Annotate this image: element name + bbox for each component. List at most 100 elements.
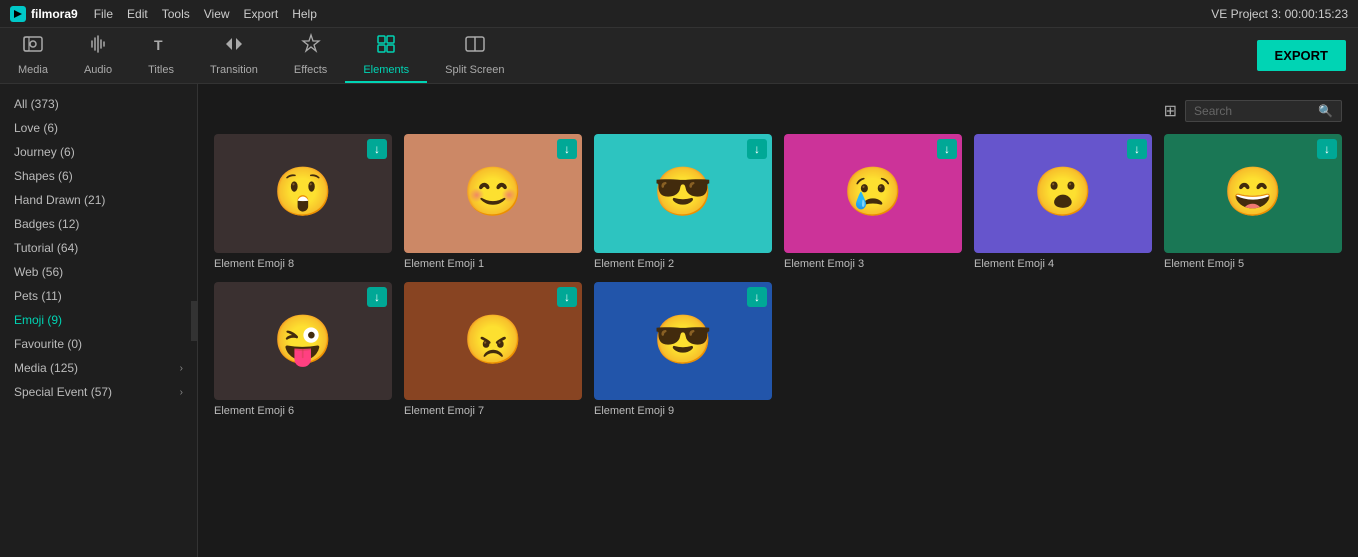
download-badge-emoji1[interactable]: ↓ [557, 139, 577, 159]
search-input[interactable] [1194, 104, 1314, 118]
sidebar-item-label-handdrawn: Hand Drawn (21) [14, 193, 105, 207]
audio-icon [87, 33, 109, 60]
sidebar-item-web[interactable]: Web (56) [0, 260, 197, 284]
content-topbar: ⊞ 🔍 [214, 100, 1342, 122]
sidebar-item-label-pets: Pets (11) [14, 289, 62, 303]
download-badge-emoji4[interactable]: ↓ [1127, 139, 1147, 159]
menu-bar: File Edit Tools View Export Help [94, 7, 317, 21]
sidebar-item-love[interactable]: Love (6) [0, 116, 197, 140]
svg-text:T: T [154, 37, 163, 53]
titlebar-left: filmora9 File Edit Tools View Export Help [10, 6, 317, 22]
sidebar-item-label-journey: Journey (6) [14, 145, 75, 159]
element-item-emoji6[interactable]: 😜↓Element Emoji 6 [214, 282, 392, 418]
toolbar-item-titles[interactable]: T Titles [130, 28, 192, 83]
sidebar-item-label-special: Special Event (57) [14, 385, 112, 399]
chevron-icon: › [180, 387, 183, 398]
toolbar-item-splitscreen[interactable]: Split Screen [427, 28, 522, 83]
element-thumb-emoji6: 😜↓ [214, 282, 392, 401]
element-thumb-emoji8: 😲↓ [214, 134, 392, 253]
element-emoji-emoji3: 😢 [843, 169, 903, 217]
toolbar-item-label-media: Media [18, 64, 48, 76]
element-emoji-emoji5: 😄 [1223, 169, 1283, 217]
element-label-emoji8: Element Emoji 8 [214, 258, 392, 270]
sidebar-item-tutorial[interactable]: Tutorial (64) [0, 236, 197, 260]
toolbar-item-audio[interactable]: Audio [66, 28, 130, 83]
sidebar-item-handdrawn[interactable]: Hand Drawn (21) [0, 188, 197, 212]
element-thumb-emoji4: 😮↓ [974, 134, 1152, 253]
app-logo: filmora9 [10, 6, 78, 22]
content-area: ⊞ 🔍 😲↓Element Emoji 8😊↓Element Emoji 1😎↓… [198, 84, 1358, 557]
menu-item-export[interactable]: Export [244, 7, 279, 21]
search-icon: 🔍 [1318, 104, 1333, 118]
menu-item-view[interactable]: View [204, 7, 230, 21]
element-item-emoji4[interactable]: 😮↓Element Emoji 4 [974, 134, 1152, 270]
toolbar-item-label-elements: Elements [363, 64, 409, 76]
download-badge-emoji5[interactable]: ↓ [1317, 139, 1337, 159]
menu-item-tools[interactable]: Tools [162, 7, 190, 21]
sidebar-item-label-all: All (373) [14, 97, 59, 111]
element-item-emoji7[interactable]: 😠↓Element Emoji 7 [404, 282, 582, 418]
element-label-emoji6: Element Emoji 6 [214, 405, 392, 417]
app-name: filmora9 [31, 7, 78, 21]
element-emoji-emoji6: 😜 [273, 317, 333, 365]
toolbar-item-media[interactable]: Media [0, 28, 66, 83]
elements-grid: 😲↓Element Emoji 8😊↓Element Emoji 1😎↓Elem… [214, 134, 1342, 417]
effects-icon [300, 33, 322, 60]
menu-item-file[interactable]: File [94, 7, 113, 21]
toolbar-right: EXPORT [1257, 40, 1358, 71]
sidebar-item-special[interactable]: Special Event (57) › [0, 380, 197, 404]
sidebar-item-all[interactable]: All (373) [0, 92, 197, 116]
element-label-emoji7: Element Emoji 7 [404, 405, 582, 417]
element-emoji-emoji2: 😎 [653, 169, 713, 217]
download-badge-emoji6[interactable]: ↓ [367, 287, 387, 307]
download-badge-emoji8[interactable]: ↓ [367, 139, 387, 159]
sidebar: All (373) Love (6) Journey (6) Shapes (6) Ha… [0, 84, 198, 557]
grid-view-icon[interactable]: ⊞ [1164, 101, 1177, 121]
element-label-emoji5: Element Emoji 5 [1164, 258, 1342, 270]
toolbar: Media Audio T Titles Transition Effects Elemen… [0, 28, 1358, 84]
toolbar-item-transition[interactable]: Transition [192, 28, 276, 83]
main-area: All (373) Love (6) Journey (6) Shapes (6) Ha… [0, 84, 1358, 557]
download-badge-emoji2[interactable]: ↓ [747, 139, 767, 159]
sidebar-item-media[interactable]: Media (125) › [0, 356, 197, 380]
download-badge-emoji9[interactable]: ↓ [747, 287, 767, 307]
element-emoji-emoji7: 😠 [463, 317, 523, 365]
element-thumb-emoji7: 😠↓ [404, 282, 582, 401]
element-item-emoji5[interactable]: 😄 ↓ Element Emoji 5 [1164, 134, 1342, 270]
sidebar-item-badges[interactable]: Badges (12) [0, 212, 197, 236]
sidebar-items: All (373) Love (6) Journey (6) Shapes (6) Ha… [0, 92, 197, 404]
sidebar-item-label-love: Love (6) [14, 121, 58, 135]
sidebar-item-label-media: Media (125) [14, 361, 78, 375]
element-item-emoji3[interactable]: 😢↓Element Emoji 3 [784, 134, 962, 270]
menu-item-help[interactable]: Help [292, 7, 317, 21]
toolbar-item-elements[interactable]: Elements [345, 28, 427, 83]
toolbar-item-effects[interactable]: Effects [276, 28, 345, 83]
sidebar-item-label-web: Web (56) [14, 265, 63, 279]
toolbar-item-label-titles: Titles [148, 64, 174, 76]
element-emoji-emoji1: 😊 [463, 169, 523, 217]
export-button[interactable]: EXPORT [1257, 40, 1346, 71]
element-item-emoji8[interactable]: 😲↓Element Emoji 8 [214, 134, 392, 270]
download-badge-emoji7[interactable]: ↓ [557, 287, 577, 307]
element-item-emoji9[interactable]: 😎↓Element Emoji 9 [594, 282, 772, 418]
element-emoji-emoji9: 😎 [653, 317, 713, 365]
download-badge-emoji3[interactable]: ↓ [937, 139, 957, 159]
element-item-emoji1[interactable]: 😊 ↓ Element Emoji 1 [404, 134, 582, 270]
sidebar-item-emoji[interactable]: Emoji (9) [0, 308, 197, 332]
toolbar-item-label-transition: Transition [210, 64, 258, 76]
element-item-emoji2[interactable]: 😎↓Element Emoji 2 [594, 134, 772, 270]
toolbar-item-label-splitscreen: Split Screen [445, 64, 504, 76]
sidebar-item-journey[interactable]: Journey (6) [0, 140, 197, 164]
element-emoji-emoji4: 😮 [1033, 169, 1093, 217]
title-bar: filmora9 FileEditToolsViewExportHelp VE … [0, 0, 1358, 28]
sidebar-item-shapes[interactable]: Shapes (6) [0, 164, 197, 188]
media-icon [22, 33, 44, 60]
sidebar-item-favourite[interactable]: Favourite (0) [0, 332, 197, 356]
element-label-emoji1: Element Emoji 1 [404, 258, 582, 270]
chevron-icon: › [180, 363, 183, 374]
element-emoji-emoji8: 😲 [273, 169, 333, 217]
sidebar-toggle[interactable]: ‹ [191, 301, 198, 341]
search-box: 🔍 [1185, 100, 1342, 122]
sidebar-item-pets[interactable]: Pets (11) [0, 284, 197, 308]
menu-item-edit[interactable]: Edit [127, 7, 148, 21]
